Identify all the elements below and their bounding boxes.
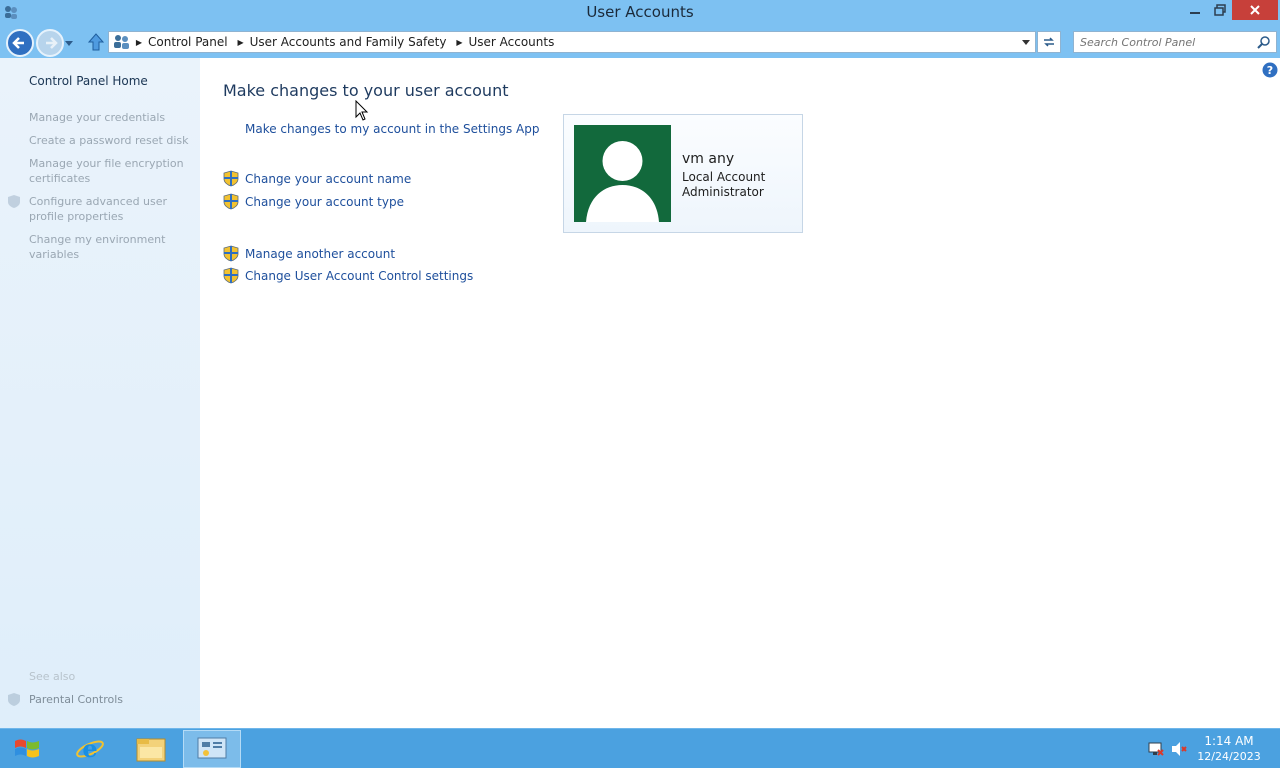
up-arrow-icon[interactable] <box>87 32 105 52</box>
control-panel-icon <box>114 35 129 49</box>
forward-button[interactable] <box>36 29 64 57</box>
taskbar: e 1:14 AM 12/24/2023 <box>0 728 1280 768</box>
page-title: Make changes to your user account <box>223 81 509 100</box>
taskbar-file-explorer[interactable] <box>122 730 180 768</box>
search-icon[interactable] <box>1257 35 1271 49</box>
speaker-muted-icon[interactable] <box>1170 741 1188 757</box>
help-icon[interactable]: ? <box>1262 62 1278 78</box>
address-bar[interactable]: ▶ Control Panel ▶ User Accounts and Fami… <box>108 31 1036 53</box>
change-account-name-link[interactable]: Change your account name <box>245 172 411 186</box>
control-panel-icon <box>197 737 227 759</box>
environment-variables-link[interactable]: Change my environment variables <box>29 232 189 262</box>
user-avatar-icon <box>586 141 659 222</box>
uac-shield-icon <box>223 170 239 187</box>
recent-pages-dropdown[interactable] <box>63 37 75 49</box>
uac-shield-icon <box>8 693 20 706</box>
close-button[interactable] <box>1232 0 1278 20</box>
control-panel-home-link[interactable]: Control Panel Home <box>29 74 148 88</box>
uac-shield-icon <box>223 193 239 210</box>
account-role: Administrator <box>682 185 764 199</box>
taskbar-control-panel[interactable] <box>183 730 241 768</box>
uac-shield-icon <box>223 267 239 284</box>
network-icon[interactable] <box>1146 741 1164 757</box>
minimize-button[interactable] <box>1182 0 1208 20</box>
restore-icon <box>1214 4 1226 16</box>
internet-explorer-icon: e <box>76 734 104 763</box>
close-icon <box>1250 5 1260 15</box>
start-button[interactable] <box>0 730 54 768</box>
file-explorer-icon <box>136 738 166 762</box>
change-account-type-link[interactable]: Change your account type <box>245 195 404 209</box>
uac-settings-link[interactable]: Change User Account Control settings <box>245 269 473 283</box>
breadcrumb-user-accounts-family-safety[interactable]: User Accounts and Family Safety <box>248 35 453 49</box>
clock[interactable]: 1:14 AM 12/24/2023 <box>1196 734 1262 763</box>
chevron-right-icon[interactable]: ▶ <box>132 38 146 47</box>
breadcrumb-user-accounts[interactable]: User Accounts <box>466 35 560 49</box>
svg-text:?: ? <box>1267 64 1273 77</box>
clock-date: 12/24/2023 <box>1197 750 1261 763</box>
mouse-cursor-icon <box>355 100 369 121</box>
refresh-button[interactable] <box>1037 31 1061 53</box>
account-name: vm any <box>682 151 735 167</box>
sidebar: Control Panel Home Manage your credentia… <box>0 58 200 728</box>
file-encryption-certificates-link[interactable]: Manage your file encryption certificates <box>29 156 189 186</box>
back-arrow-icon <box>12 37 24 49</box>
account-card: vm any Local Account Administrator <box>563 114 803 233</box>
settings-app-link[interactable]: Make changes to my account in the Settin… <box>245 122 539 136</box>
uac-shield-icon <box>223 245 239 262</box>
title-bar: User Accounts <box>0 0 1280 28</box>
see-also-heading: See also <box>29 670 76 683</box>
avatar <box>574 125 671 222</box>
window-title: User Accounts <box>586 3 694 21</box>
minimize-icon <box>1190 12 1200 14</box>
parental-controls-link[interactable]: Parental Controls <box>29 692 189 707</box>
navigation-bar: ▶ Control Panel ▶ User Accounts and Fami… <box>0 28 1280 58</box>
manage-credentials-link[interactable]: Manage your credentials <box>29 110 189 125</box>
chevron-right-icon[interactable]: ▶ <box>234 38 248 47</box>
search-input[interactable] <box>1080 34 1250 50</box>
uac-shield-icon <box>8 195 20 208</box>
svg-text:e: e <box>82 734 97 763</box>
chevron-down-icon[interactable] <box>1021 37 1031 47</box>
manage-another-account-link[interactable]: Manage another account <box>245 247 395 261</box>
advanced-user-profile-link[interactable]: Configure advanced user profile properti… <box>29 194 189 224</box>
chevron-right-icon[interactable]: ▶ <box>452 38 466 47</box>
password-reset-disk-link[interactable]: Create a password reset disk <box>29 133 189 148</box>
main-content: ? Make changes to your user account Make… <box>200 58 1280 728</box>
refresh-icon <box>1044 37 1054 47</box>
account-type: Local Account <box>682 170 766 184</box>
forward-arrow-icon <box>46 37 58 49</box>
search-box[interactable] <box>1073 31 1277 53</box>
breadcrumb-control-panel[interactable]: Control Panel <box>146 35 234 49</box>
windows-logo-icon <box>15 739 39 758</box>
clock-time: 1:14 AM <box>1204 734 1254 748</box>
back-button[interactable] <box>6 29 34 57</box>
restore-button[interactable] <box>1208 0 1232 20</box>
taskbar-internet-explorer[interactable]: e <box>61 730 119 768</box>
